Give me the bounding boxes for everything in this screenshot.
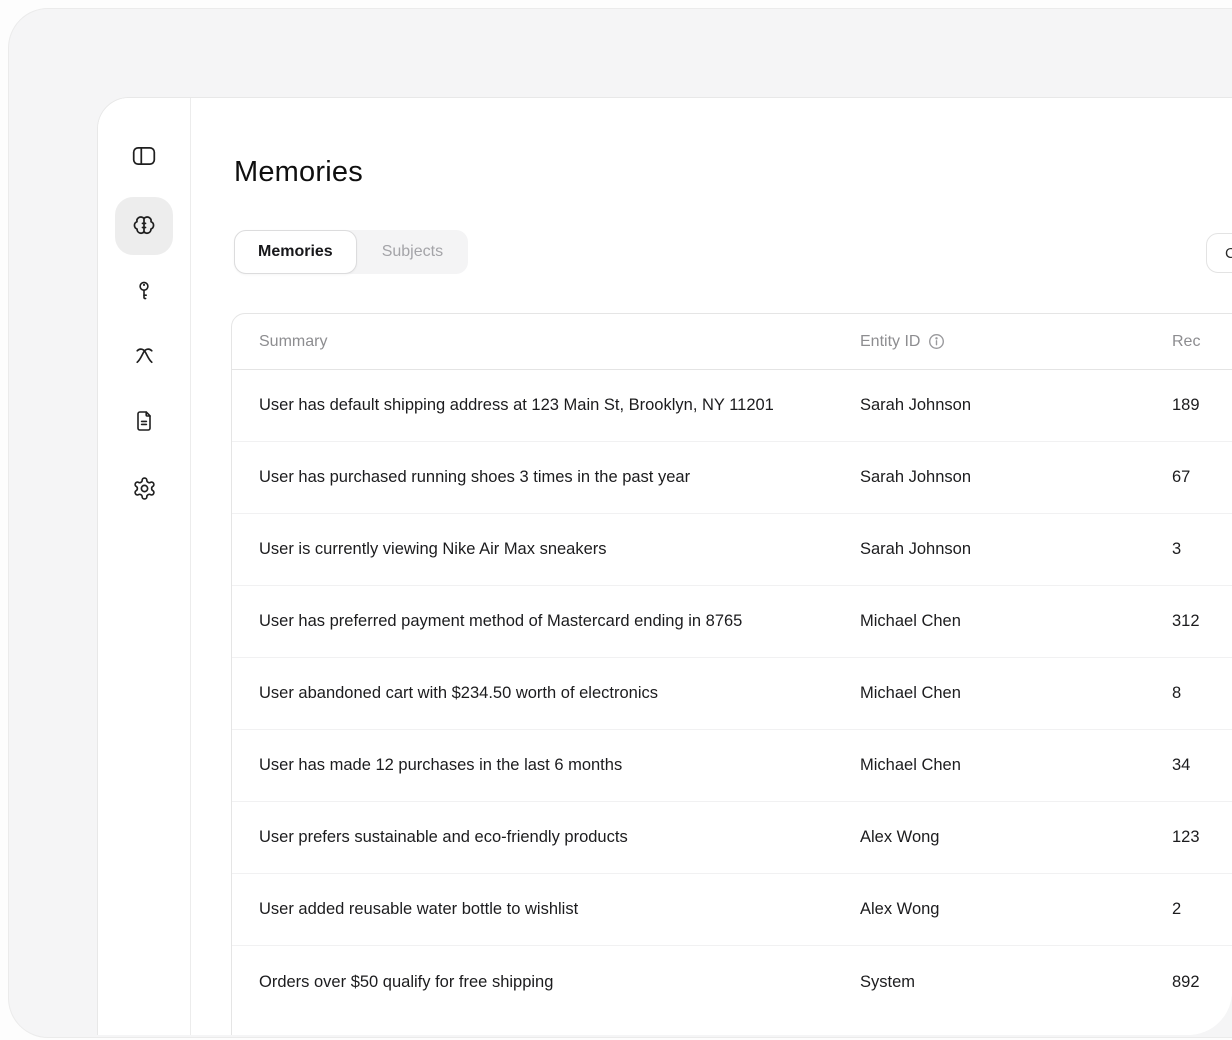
memory-summary: User is currently viewing Nike Air Max s… xyxy=(232,540,860,559)
sidebar-item-connections[interactable] xyxy=(115,327,173,385)
memory-rec-count: 189 xyxy=(1172,396,1232,415)
memory-summary: User has purchased running shoes 3 times… xyxy=(232,468,860,487)
brain-icon xyxy=(131,213,157,239)
tab-memories[interactable]: Memories xyxy=(234,230,357,274)
main-content: Memories Memories Subjects C Summary Ent… xyxy=(192,98,1232,1035)
panel-left-icon xyxy=(131,143,157,169)
memory-summary: User prefers sustainable and eco-friendl… xyxy=(232,828,860,847)
table-row[interactable]: User has purchased running shoes 3 times… xyxy=(232,442,1232,514)
document-icon xyxy=(132,409,156,433)
memory-entity: Alex Wong xyxy=(860,900,1172,919)
table-row[interactable]: User has default shipping address at 123… xyxy=(232,370,1232,442)
memory-rec-count: 67 xyxy=(1172,468,1232,487)
table-row[interactable]: User prefers sustainable and eco-friendl… xyxy=(232,802,1232,874)
memory-summary: User abandoned cart with $234.50 worth o… xyxy=(232,684,860,703)
memory-summary: Orders over $50 qualify for free shippin… xyxy=(232,973,860,992)
memory-rec-count: 123 xyxy=(1172,828,1232,847)
memory-summary: User has made 12 purchases in the last 6… xyxy=(232,756,860,775)
table-header-row: Summary Entity ID Rec xyxy=(232,314,1232,370)
app-panel: Memories Memories Subjects C Summary Ent… xyxy=(97,97,1232,1035)
table-row[interactable]: User added reusable water bottle to wish… xyxy=(232,874,1232,946)
memory-summary: User has preferred payment method of Mas… xyxy=(232,612,860,631)
memory-summary: User added reusable water bottle to wish… xyxy=(232,900,860,919)
memory-rec-count: 3 xyxy=(1172,540,1232,559)
entity-id-info-icon[interactable] xyxy=(928,333,945,350)
sidebar-item-keys[interactable] xyxy=(115,262,173,320)
memory-entity: Sarah Johnson xyxy=(860,540,1172,559)
memory-entity: Michael Chen xyxy=(860,612,1172,631)
sidebar-item-documents[interactable] xyxy=(115,392,173,450)
table-row[interactable]: User abandoned cart with $234.50 worth o… xyxy=(232,658,1232,730)
memory-rec-count: 892 xyxy=(1172,973,1232,992)
settings-gear-icon xyxy=(132,476,157,501)
column-header-summary: Summary xyxy=(232,333,860,351)
memory-entity: Sarah Johnson xyxy=(860,468,1172,487)
memory-entity: Michael Chen xyxy=(860,684,1172,703)
memory-rec-count: 34 xyxy=(1172,756,1232,775)
create-button-partial[interactable]: C xyxy=(1206,233,1232,273)
memory-entity: System xyxy=(860,973,1172,992)
shuffle-x-icon xyxy=(132,344,157,369)
tab-switcher: Memories Subjects xyxy=(234,230,468,274)
memory-entity: Sarah Johnson xyxy=(860,396,1172,415)
memory-rec-count: 312 xyxy=(1172,612,1232,631)
memory-rec-count: 2 xyxy=(1172,900,1232,919)
column-header-rec: Rec xyxy=(1172,333,1232,351)
tab-subjects[interactable]: Subjects xyxy=(357,230,468,274)
sidebar-item-memories[interactable] xyxy=(115,197,173,255)
page-title: Memories xyxy=(234,156,363,189)
key-icon xyxy=(132,279,156,303)
memories-table: Summary Entity ID Rec User has default s… xyxy=(231,313,1232,1035)
memory-summary: User has default shipping address at 123… xyxy=(232,396,860,415)
table-row[interactable]: Orders over $50 qualify for free shippin… xyxy=(232,946,1232,1018)
sidebar xyxy=(98,98,191,1035)
memory-rec-count: 8 xyxy=(1172,684,1232,703)
table-row[interactable]: User has preferred payment method of Mas… xyxy=(232,586,1232,658)
column-header-entity-id: Entity ID xyxy=(860,333,1172,351)
table-row[interactable]: User is currently viewing Nike Air Max s… xyxy=(232,514,1232,586)
memory-entity: Michael Chen xyxy=(860,756,1172,775)
sidebar-toggle-button[interactable] xyxy=(115,127,173,185)
memory-entity: Alex Wong xyxy=(860,828,1172,847)
table-row[interactable]: User has made 12 purchases in the last 6… xyxy=(232,730,1232,802)
sidebar-item-settings[interactable] xyxy=(115,459,173,517)
